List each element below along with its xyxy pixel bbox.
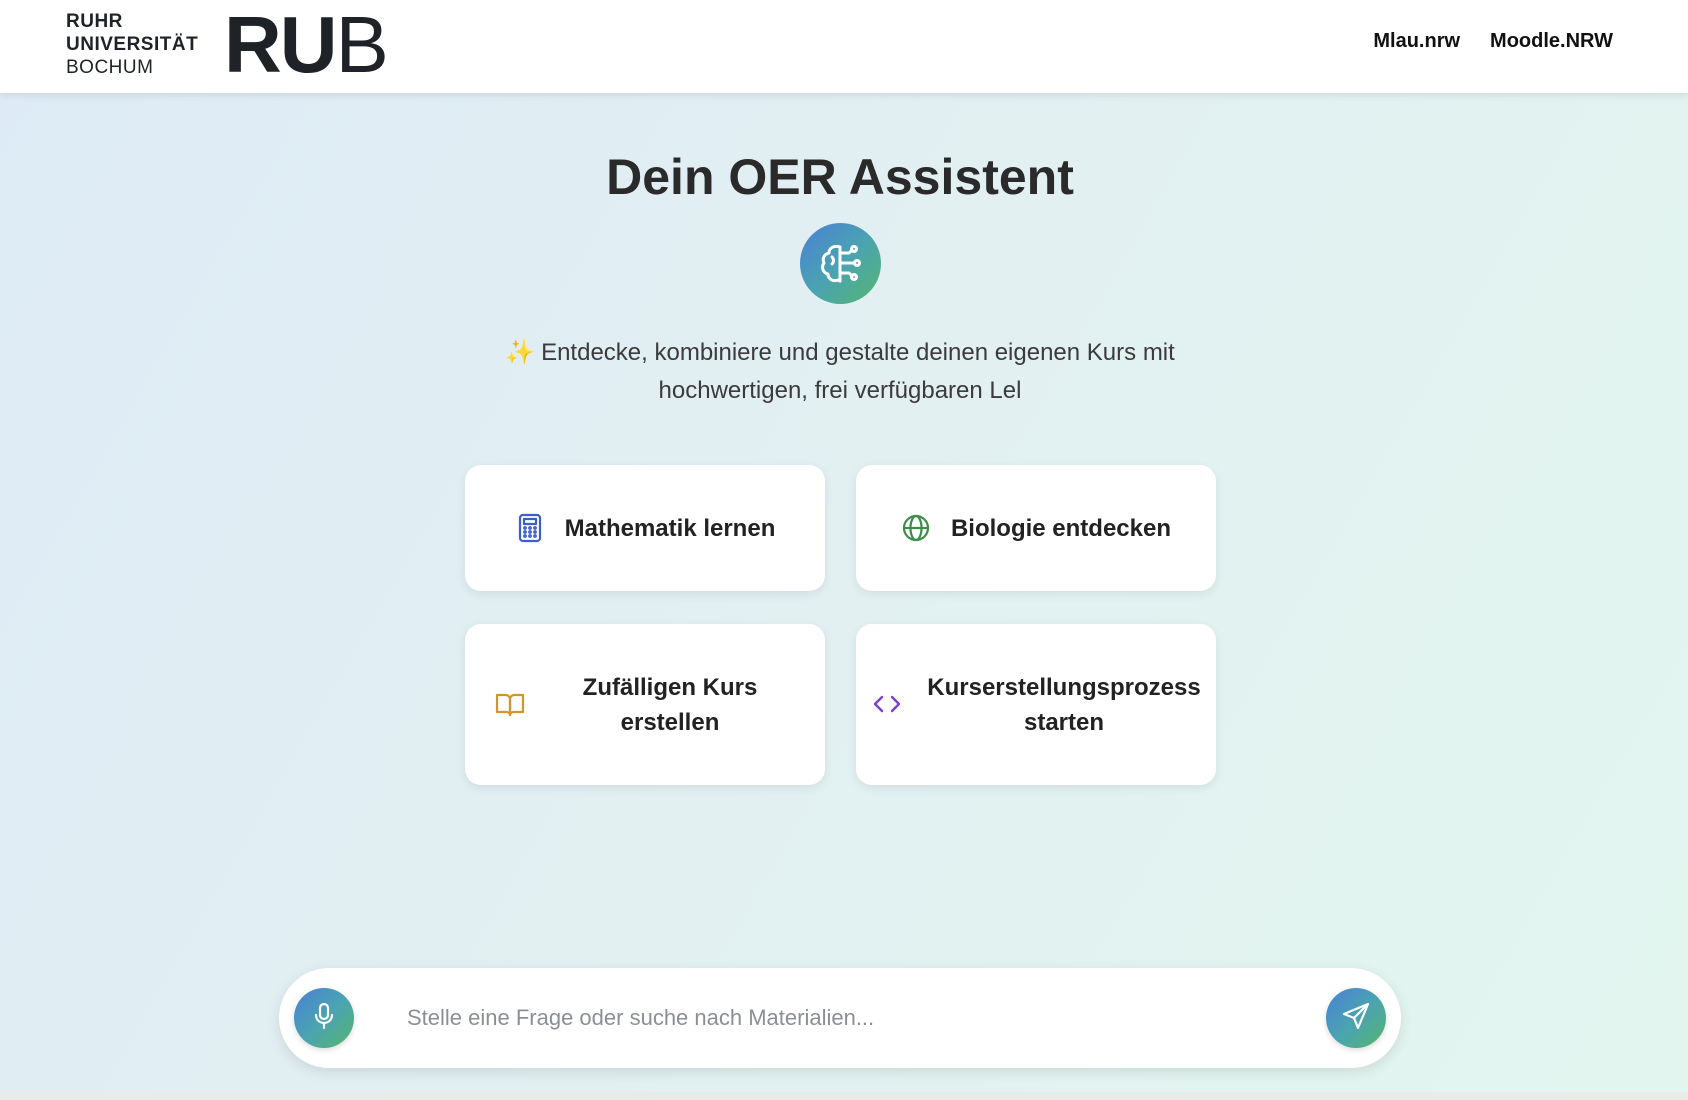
- nav-link-mlau[interactable]: Mlau.nrw: [1373, 30, 1460, 53]
- card-label: Mathematik lernen: [564, 514, 776, 542]
- logo-line-2: UNIVERSITÄT: [66, 34, 199, 55]
- brain-circuit-icon: [800, 223, 881, 304]
- calculator-icon: [515, 513, 545, 543]
- top-header: RUHR UNIVERSITÄT BOCHUM RUB Mlau.nrw Moo…: [0, 0, 1688, 93]
- bottom-strip: [0, 1092, 1688, 1100]
- microphone-button[interactable]: [294, 988, 354, 1048]
- chat-input[interactable]: [407, 998, 1267, 1038]
- rub-logo-wordmark[interactable]: RUHR UNIVERSITÄT BOCHUM: [66, 10, 198, 79]
- logo-mark-bold: RU: [224, 0, 338, 89]
- logo-line-3: BOCHUM: [66, 57, 154, 78]
- top-nav: Mlau.nrw Moodle.NRW: [1373, 30, 1613, 53]
- rub-logo-mark[interactable]: RUB: [224, 0, 389, 89]
- subtitle: ✨ Entdecke, kombiniere und gestalte deine…: [440, 334, 1240, 410]
- send-icon: [1341, 1001, 1371, 1036]
- page-title: Dein OER Assistent: [606, 149, 1074, 205]
- subtitle-text: Entdecke, kombiniere und gestalte deinen…: [541, 339, 1175, 404]
- card-kurserstellungsprozess-starten[interactable]: Kurserstellungsprozess starten: [856, 624, 1216, 785]
- send-button[interactable]: [1326, 988, 1386, 1048]
- logo-mark-light: B: [335, 0, 389, 89]
- logo-line-1: RUHR: [66, 11, 123, 32]
- card-label: Kurserstellungsprozess starten: [927, 673, 1201, 736]
- code-icon: [872, 689, 902, 719]
- chat-bar: [279, 968, 1401, 1068]
- book-open-icon: [495, 689, 525, 719]
- card-mathematik-lernen[interactable]: Mathematik lernen: [465, 465, 825, 591]
- sparkles-icon: ✨: [505, 339, 536, 366]
- card-zufaelligen-kurs-erstellen[interactable]: Zufälligen Kurs erstellen: [465, 624, 825, 785]
- microphone-icon: [311, 1002, 337, 1035]
- card-label: Biologie entdecken: [950, 514, 1172, 542]
- nav-link-moodle[interactable]: Moodle.NRW: [1490, 30, 1613, 53]
- card-label: Zufälligen Kurs erstellen: [582, 673, 758, 736]
- card-biologie-entdecken[interactable]: Biologie entdecken: [856, 465, 1216, 591]
- globe-icon: [901, 513, 931, 543]
